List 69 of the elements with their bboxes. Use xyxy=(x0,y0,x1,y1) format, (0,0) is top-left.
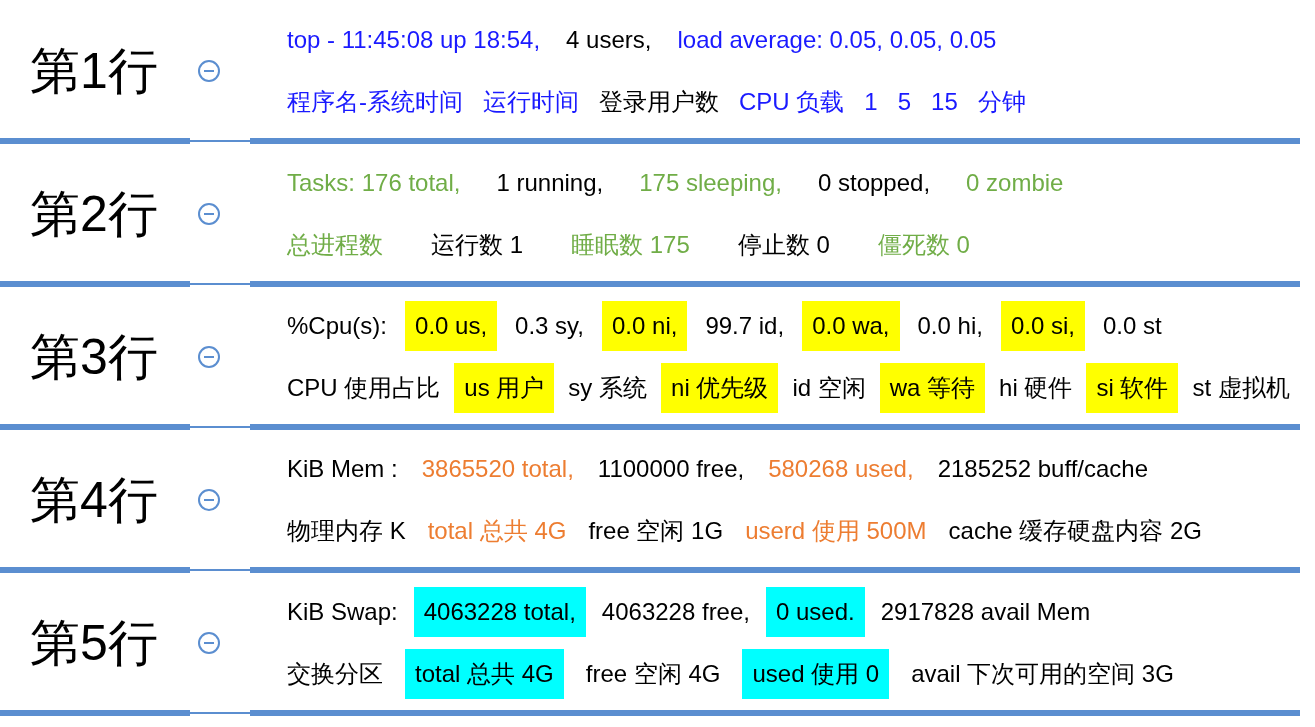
status-text: used 使用 0 xyxy=(752,658,880,689)
status-text: 5 xyxy=(897,86,912,117)
status-text: 0.0 hi, xyxy=(917,310,983,341)
collapse-icon[interactable] xyxy=(197,344,221,369)
status-text: id 空闲 xyxy=(792,372,866,403)
status-text: 运行数 1 xyxy=(431,229,523,260)
status-text: 0 zombie xyxy=(966,167,1064,198)
row-label: 第2行 xyxy=(29,188,159,239)
status-text: KiB Swap: xyxy=(287,596,398,627)
status-text: wa 等待 xyxy=(889,372,976,403)
status-text: 4 users, xyxy=(566,24,652,55)
status-text: total 总共 4G xyxy=(415,658,554,689)
status-text: 0.0 ni, xyxy=(612,310,678,341)
status-text: Tasks: 176 total, xyxy=(287,167,461,198)
row-label: 第5行 xyxy=(29,617,159,668)
status-text: ni 优先级 xyxy=(671,372,769,403)
status-text: 0 used. xyxy=(776,596,855,627)
status-text: 0 stopped, xyxy=(817,167,931,198)
status-text: 1100000 free, xyxy=(597,453,745,484)
status-text: free 空闲 1G xyxy=(588,515,724,546)
status-text: 物理内存 K xyxy=(287,515,406,546)
collapse-icon[interactable] xyxy=(197,58,221,83)
status-text: free 空闲 4G xyxy=(585,658,721,689)
status-text: 2917828 avail Mem xyxy=(880,596,1091,627)
status-text: 运行时间 xyxy=(483,86,579,117)
collapse-icon[interactable] xyxy=(197,487,221,512)
status-text: hi 硬件 xyxy=(999,372,1073,403)
status-text: 175 sleeping, xyxy=(639,167,782,198)
status-text: 4063228 total, xyxy=(423,596,576,627)
status-text: 580268 used, xyxy=(768,453,914,484)
status-text: 2185252 buff/cache xyxy=(937,453,1149,484)
status-text: CPU 使用占比 xyxy=(287,372,441,403)
status-text: 3865520 total, xyxy=(421,453,574,484)
status-text: 15 xyxy=(931,86,958,117)
status-text: 停止数 0 xyxy=(737,229,830,260)
status-text: CPU 负载 xyxy=(739,86,845,117)
status-text: 1 running, xyxy=(496,167,604,198)
status-text: 0.0 st xyxy=(1102,310,1162,341)
row-label: 第3行 xyxy=(29,331,159,382)
status-text: cache 缓存硬盘内容 2G xyxy=(948,515,1202,546)
status-text: 4063228 free, xyxy=(601,596,750,627)
row-label: 第4行 xyxy=(29,474,159,525)
status-text: %Cpu(s): xyxy=(287,310,388,341)
status-text: 程序名-系统时间 xyxy=(287,86,463,117)
status-text: top - 11:45:08 up 18:54, xyxy=(287,24,541,55)
status-text: us 用户 xyxy=(464,372,545,403)
status-text: st 虚拟机 xyxy=(1192,372,1290,403)
collapse-icon[interactable] xyxy=(197,630,221,655)
status-text: KiB Mem : xyxy=(287,453,398,484)
status-text: si 软件 xyxy=(1096,372,1169,403)
status-text: 0.0 wa, xyxy=(812,310,890,341)
status-text: 0.0 us, xyxy=(415,310,488,341)
collapse-icon[interactable] xyxy=(197,201,221,226)
status-text: 1 xyxy=(864,86,878,117)
status-text: 睡眠数 175 xyxy=(571,229,690,260)
status-text: 分钟 xyxy=(977,86,1026,117)
status-text: total 总共 4G xyxy=(427,515,567,546)
status-text: sy 系统 xyxy=(568,372,648,403)
status-text: load average: 0.05, 0.05, 0.05 xyxy=(677,24,997,55)
status-text: 0.3 sy, xyxy=(515,310,584,341)
status-text: 登录用户数 xyxy=(599,86,719,117)
status-text: avail 下次可用的空间 3G xyxy=(911,658,1174,689)
status-text: 僵死数 0 xyxy=(877,229,970,260)
status-text: 0.0 si, xyxy=(1010,310,1075,341)
status-text: userd 使用 500M xyxy=(745,515,927,546)
row-label: 第1行 xyxy=(29,45,159,96)
status-text: 交换分区 xyxy=(287,658,383,689)
status-text: 99.7 id, xyxy=(705,310,785,341)
status-text: 总进程数 xyxy=(287,229,383,260)
